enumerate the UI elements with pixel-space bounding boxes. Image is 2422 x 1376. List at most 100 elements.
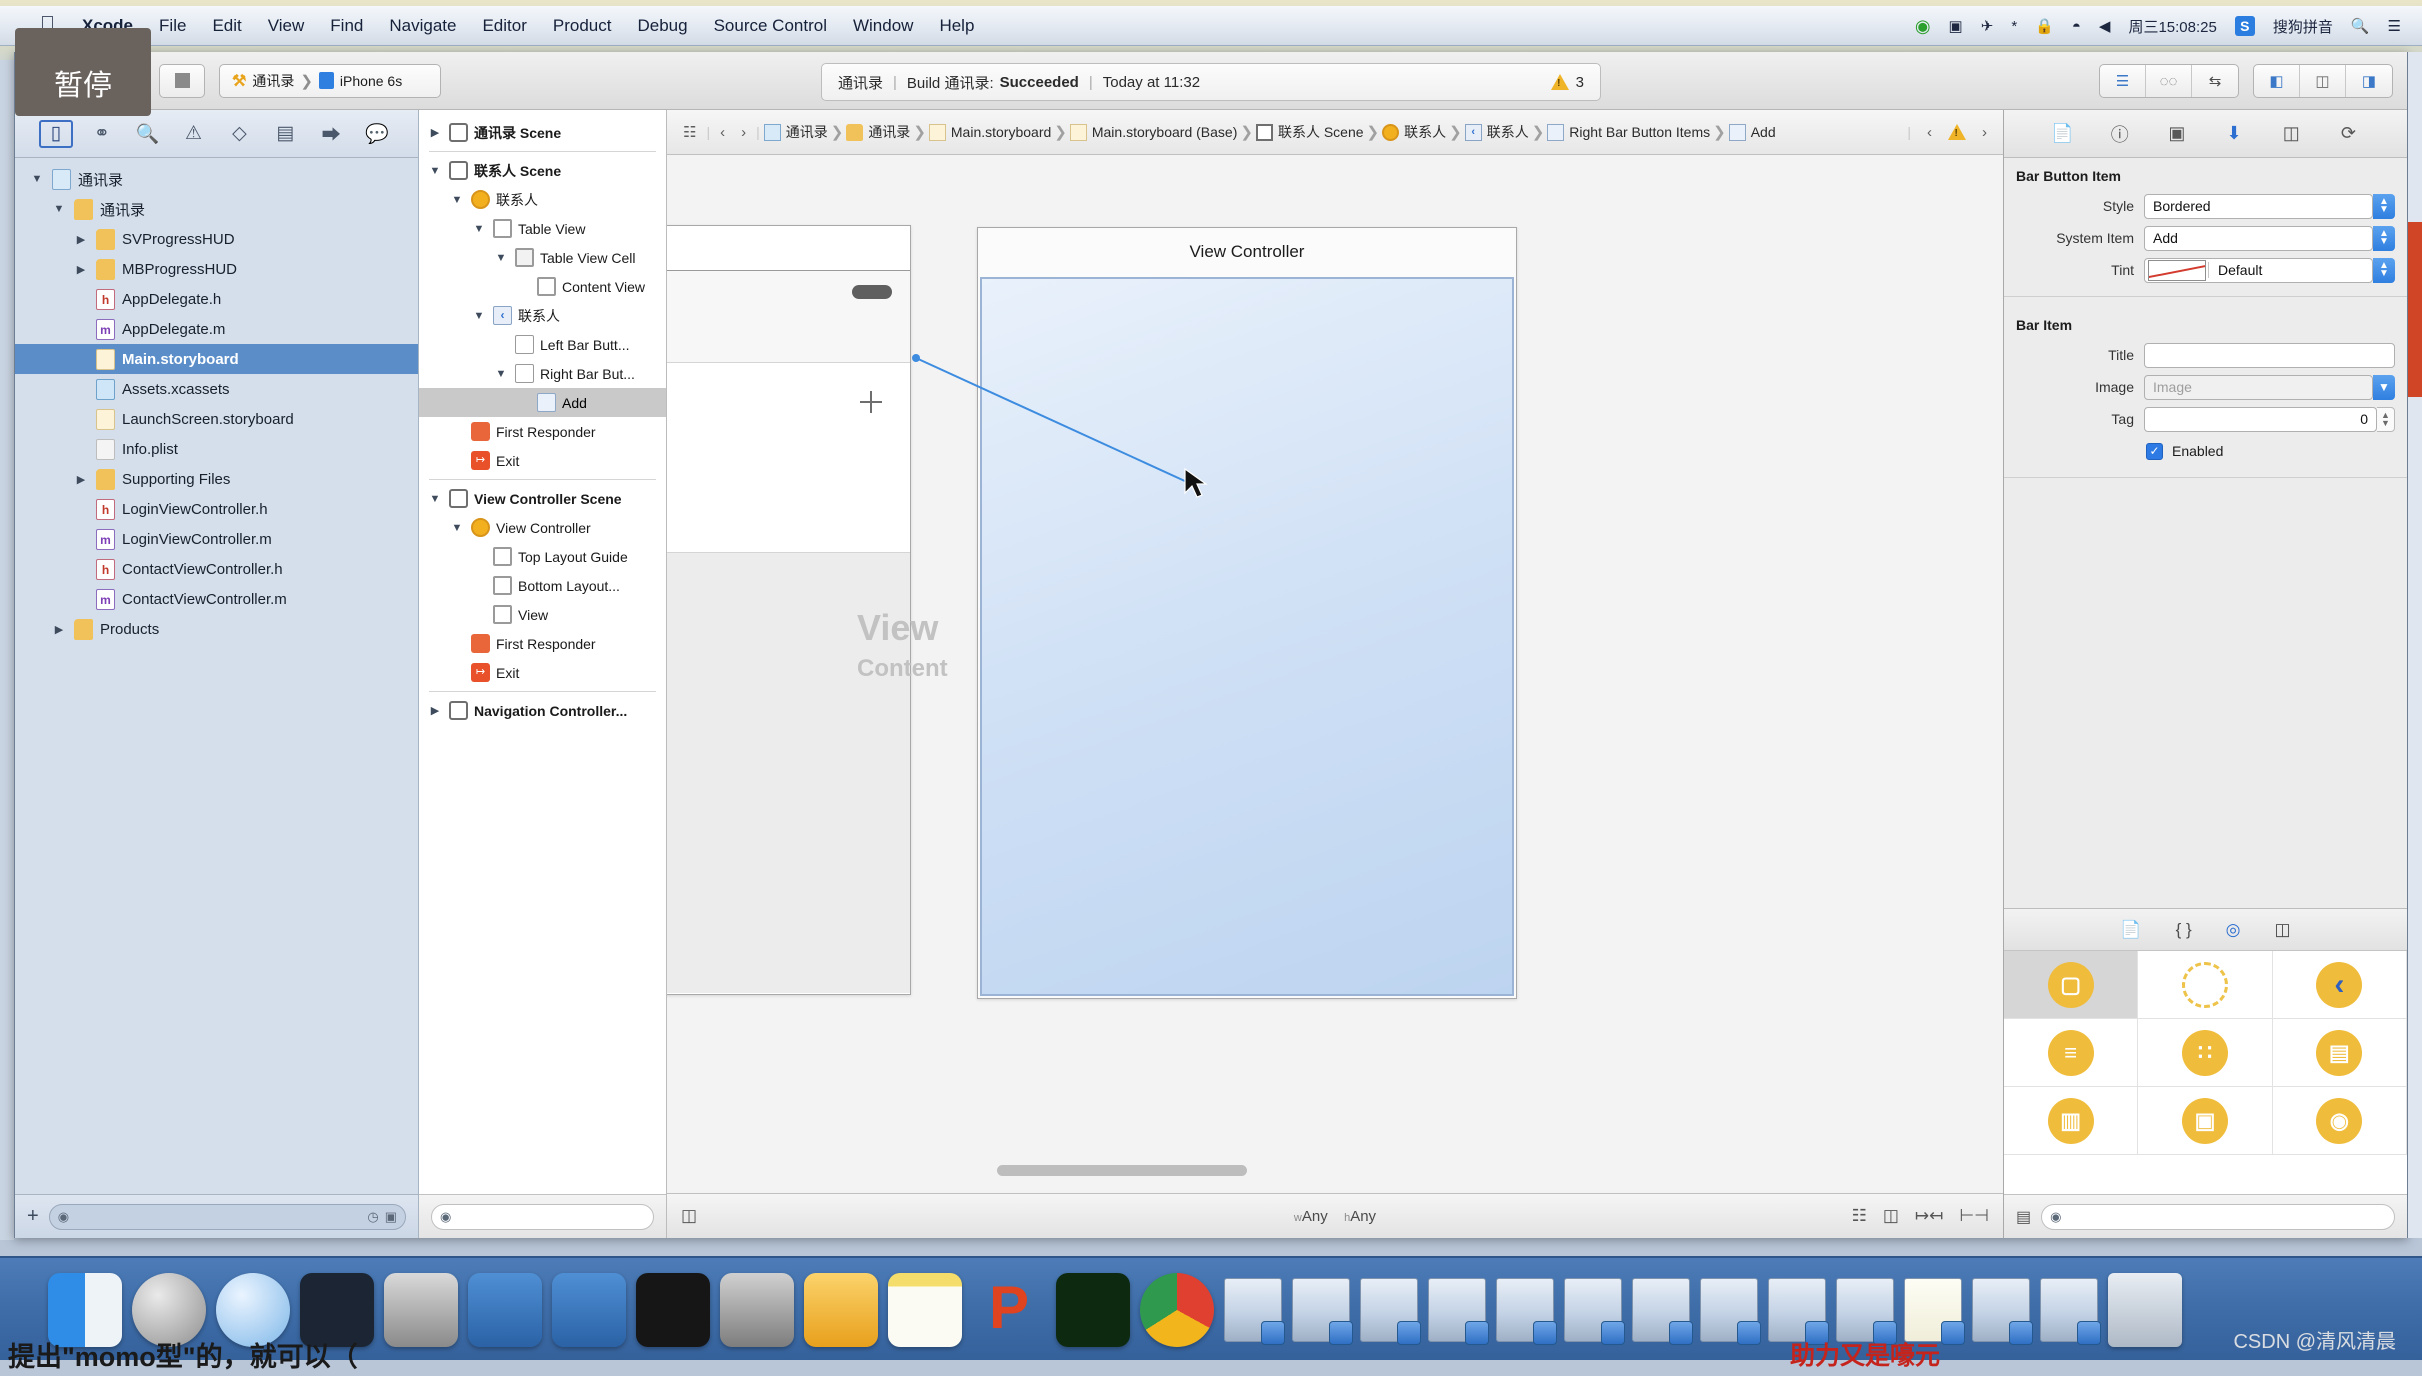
dock-icon-exec[interactable] — [1056, 1273, 1130, 1347]
outline-row-7[interactable]: ▼ ‹ 联系人 — [419, 301, 666, 330]
report-navigator-tab[interactable]: 💬 — [360, 120, 394, 148]
library-filter-input[interactable]: ◉ — [2041, 1203, 2395, 1230]
dock-icon-xcode[interactable] — [468, 1273, 542, 1347]
nav-row-1[interactable]: ▼ 通讯录 — [15, 194, 418, 224]
disclosure-triangle-icon[interactable]: ▶ — [73, 233, 89, 246]
disclosure-triangle-icon[interactable]: ▼ — [493, 252, 509, 264]
pin-icon[interactable]: ↦↤ — [1915, 1206, 1944, 1226]
dock-icon-sketch[interactable] — [804, 1273, 878, 1347]
dock-window-7[interactable] — [1632, 1278, 1693, 1345]
system-item-popup[interactable]: Add — [2144, 225, 2373, 251]
file-template-library-tab[interactable]: 📄 — [2120, 920, 2141, 940]
style-popup[interactable]: Bordered — [2144, 193, 2373, 219]
library-item-storyboard-reference-object[interactable]: □ — [2138, 951, 2273, 1019]
airplane-icon[interactable]: ✈ — [1972, 17, 2003, 35]
canvas-scrollbar-thumb[interactable] — [997, 1165, 1247, 1176]
nav-row-5[interactable]: m AppDelegate.m — [15, 314, 418, 344]
view-toggle-segmented[interactable]: ◧ ◫ ◨ — [2253, 64, 2393, 98]
related-items-icon[interactable]: ☷ — [677, 123, 702, 141]
nav-row-9[interactable]: Info.plist — [15, 434, 418, 464]
image-combo-arrow[interactable]: ▼ — [2373, 374, 2395, 400]
go-back-button[interactable]: ‹ — [714, 124, 731, 141]
breadcrumb-warning-icon[interactable] — [1948, 124, 1966, 140]
nav-row-10[interactable]: ▶ Supporting Files — [15, 464, 418, 494]
dock-window-5[interactable] — [1496, 1278, 1557, 1345]
tag-input[interactable]: 0 — [2144, 406, 2377, 432]
spotlight-search-icon[interactable]: 🔍 — [2342, 17, 2379, 35]
tag-stepper[interactable]: ▲ ▼ — [2377, 406, 2395, 432]
breadcrumb-item-6[interactable]: ‹ 联系人 — [1464, 122, 1529, 142]
dock-window-8[interactable] — [1700, 1278, 1761, 1345]
attributes-inspector-tab[interactable]: ⬇ — [2218, 120, 2250, 148]
library-item-split-view-controller-object[interactable]: ▥ — [2004, 1087, 2139, 1155]
dock-window-2[interactable] — [1292, 1278, 1353, 1345]
object-library-grid[interactable]: ▢ □ ‹ ≡ ∷ ▤ ▥ ▣ ◉ — [2004, 951, 2407, 1194]
library-item-navigation-controller-object[interactable]: ‹ — [2272, 951, 2407, 1019]
menu-item-view[interactable]: View — [255, 17, 318, 34]
outline-row-14[interactable]: ▼ View Controller Scene — [419, 484, 666, 513]
next-issue-button[interactable]: › — [1976, 124, 1993, 141]
outline-row-18[interactable]: View — [419, 600, 666, 629]
outline-row-19[interactable]: First Responder — [419, 629, 666, 658]
project-file-tree[interactable]: ▼ 通讯录 ▼ 通讯录 ▶ SVProgressHUD ▶ MBProgressHUD h App… — [15, 158, 418, 1194]
breadcrumb-item-1[interactable]: 通讯录 — [846, 122, 910, 142]
breadcrumb-item-4[interactable]: 联系人 Scene — [1255, 122, 1364, 142]
enabled-checkbox[interactable]: ✓ — [2146, 442, 2163, 460]
dock-window-6[interactable] — [1564, 1278, 1625, 1345]
outline-row-0[interactable]: ▶ 通讯录 Scene — [419, 118, 666, 147]
previous-issue-button[interactable]: ‹ — [1921, 124, 1938, 141]
outline-row-22[interactable]: ▶ Navigation Controller... — [419, 696, 666, 725]
menu-item-product[interactable]: Product — [540, 17, 625, 34]
recent-files-icon[interactable]: ◷ — [367, 1209, 378, 1225]
source-control-filter-icon[interactable]: ▣ — [385, 1209, 397, 1225]
tint-popup-arrows[interactable]: ▲ ▼ — [2373, 257, 2395, 283]
nav-row-3[interactable]: ▶ MBProgressHUD — [15, 254, 418, 284]
dock-window-12[interactable] — [1972, 1278, 2033, 1345]
toggle-debug-area-button[interactable]: ◫ — [2300, 65, 2346, 97]
tint-color-swatch[interactable] — [2148, 259, 2206, 281]
disclosure-triangle-icon[interactable]: ▼ — [449, 522, 465, 534]
library-item-glkit-view-controller-object[interactable]: ◉ — [2272, 1087, 2407, 1155]
dock-icon-xcode-device[interactable] — [552, 1273, 626, 1347]
dock-window-3[interactable] — [1360, 1278, 1421, 1345]
nav-row-14[interactable]: m ContactViewController.m — [15, 584, 418, 614]
issue-navigator-tab[interactable]: ⚠ — [177, 120, 211, 148]
menu-item-help[interactable]: Help — [926, 17, 987, 34]
debug-navigator-tab[interactable]: ▤ — [268, 120, 302, 148]
outline-row-9[interactable]: ▼ Right Bar But... — [419, 359, 666, 388]
nav-row-4[interactable]: h AppDelegate.h — [15, 284, 418, 314]
object-library-tab[interactable]: ◎ — [2226, 920, 2241, 940]
library-item-page-view-controller-object[interactable]: ▣ — [2138, 1087, 2273, 1155]
breadcrumb-item-0[interactable]: 通讯录 — [763, 122, 828, 142]
trash-icon[interactable] — [2108, 1273, 2182, 1347]
nav-row-13[interactable]: h ContactViewController.h — [15, 554, 418, 584]
outline-row-11[interactable]: First Responder — [419, 417, 666, 446]
assistant-editor-button[interactable]: ◌◌ — [2146, 65, 2192, 97]
dock-icon-p-app[interactable]: P — [972, 1273, 1046, 1347]
editor-mode-segmented[interactable]: ☰ ◌◌ ⇆ — [2099, 64, 2239, 98]
dock-icon-system-preferences[interactable] — [720, 1273, 794, 1347]
project-navigator-tab[interactable]: ▯ — [38, 119, 73, 148]
dock-window-4[interactable] — [1428, 1278, 1489, 1345]
disclosure-triangle-icon[interactable]: ▶ — [73, 263, 89, 276]
nav-row-8[interactable]: LaunchScreen.storyboard — [15, 404, 418, 434]
outline-row-10[interactable]: Add — [419, 388, 666, 417]
menu-item-edit[interactable]: Edit — [199, 17, 254, 34]
menu-item-window[interactable]: Window — [840, 17, 926, 34]
dock-icon-chrome[interactable] — [1140, 1273, 1214, 1347]
recording-status-icon[interactable]: ◉ — [1906, 16, 1940, 37]
menu-item-navigate[interactable]: Navigate — [376, 17, 469, 34]
clock-label[interactable]: 周三15:08:25 — [2119, 16, 2225, 37]
disclosure-triangle-icon[interactable]: ▶ — [73, 473, 89, 486]
activity-status-bar[interactable]: 通讯录 | Build 通讯录: Succeeded | Today at 11… — [821, 63, 1601, 101]
outline-row-12[interactable]: ↦ Exit — [419, 446, 666, 475]
menu-item-editor[interactable]: Editor — [469, 17, 539, 34]
menu-item-debug[interactable]: Debug — [624, 17, 700, 34]
go-forward-button[interactable]: › — [735, 124, 752, 141]
disclosure-triangle-icon[interactable]: ▼ — [427, 165, 443, 177]
library-item-tab-bar-controller-object[interactable]: ▤ — [2272, 1019, 2407, 1087]
file-inspector-tab[interactable]: 📄 — [2047, 120, 2079, 148]
breakpoint-navigator-tab[interactable]: ⮕ — [314, 120, 348, 148]
breadcrumb-item-5[interactable]: 联系人 — [1382, 122, 1446, 142]
toggle-document-outline-button[interactable]: ◫ — [681, 1206, 697, 1226]
